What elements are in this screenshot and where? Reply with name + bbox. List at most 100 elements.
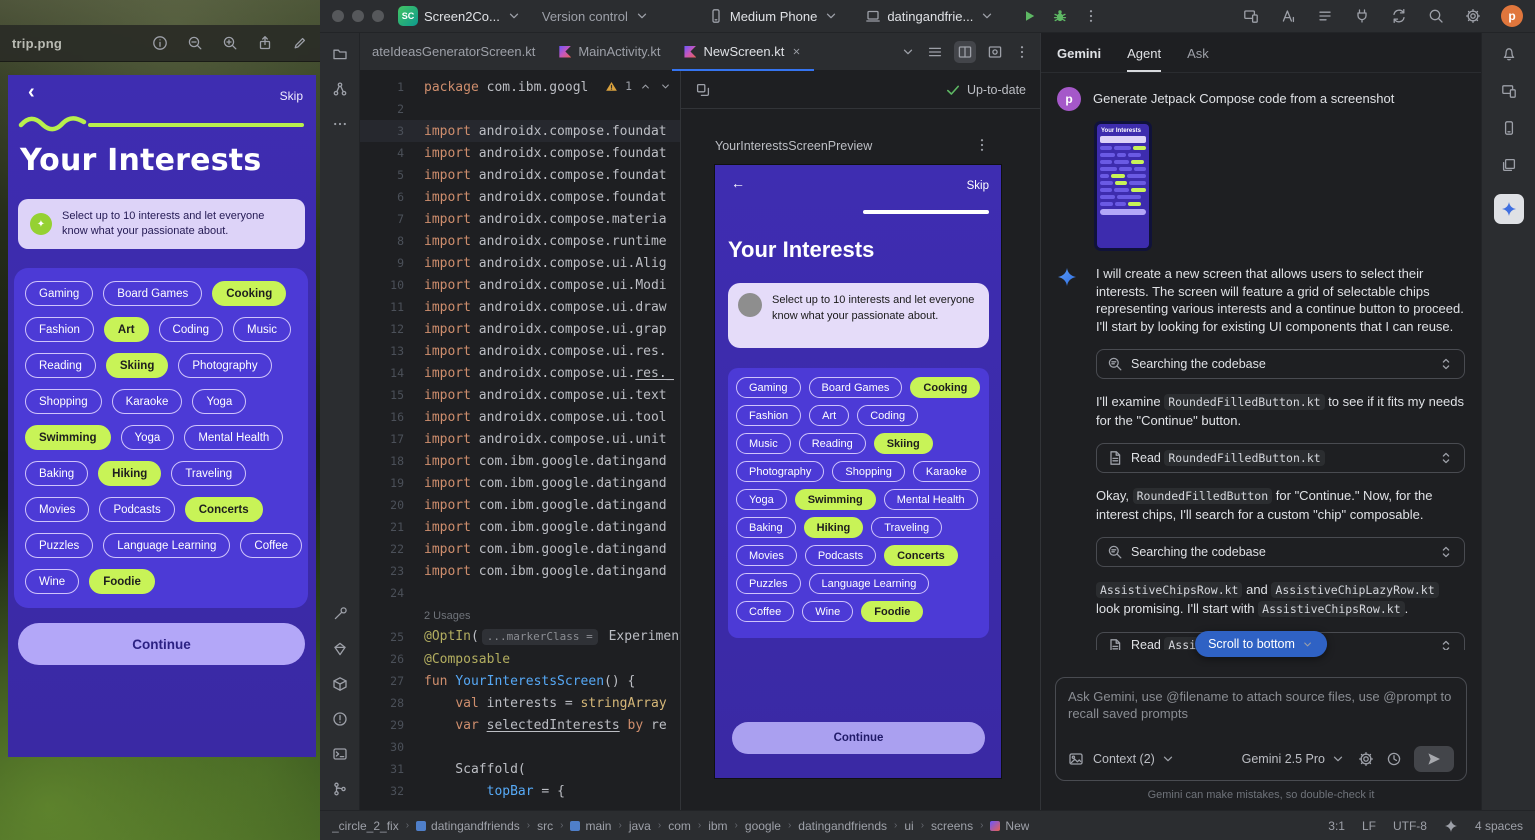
unfold-icon[interactable]: [1438, 544, 1454, 560]
code-line[interactable]: 11import androidx.compose.ui.draw: [360, 296, 680, 318]
agent-step-card[interactable]: Searching the codebase: [1096, 537, 1465, 567]
unfold-icon[interactable]: [1438, 356, 1454, 372]
breadcrumb-item[interactable]: google: [745, 819, 781, 833]
breadcrumb-item[interactable]: ibm: [708, 819, 727, 833]
gemini-tab-agent[interactable]: Agent: [1127, 46, 1161, 72]
code-editor[interactable]: 1 1package com.ibm.googl23import android…: [360, 71, 680, 810]
ai-assist-icon[interactable]: [1280, 8, 1296, 24]
gem-icon[interactable]: [332, 641, 348, 657]
code-view-button[interactable]: [927, 44, 943, 60]
unfold-icon[interactable]: [1438, 450, 1454, 466]
code-line[interactable]: 4import androidx.compose.foundat: [360, 142, 680, 164]
agent-step-card[interactable]: Read RoundedFilledButton.kt: [1096, 443, 1465, 473]
task-list-icon[interactable]: [1317, 8, 1333, 24]
code-line[interactable]: 32 topBar = {: [360, 780, 680, 802]
code-line[interactable]: 2: [360, 98, 680, 120]
sync-icon[interactable]: [1391, 8, 1407, 24]
breadcrumb-item[interactable]: ui: [904, 819, 913, 833]
model-selector[interactable]: Gemini 2.5 Pro: [1242, 751, 1346, 767]
code-line[interactable]: 6import androidx.compose.foundat: [360, 186, 680, 208]
close-window-button[interactable]: [332, 10, 344, 22]
file-encoding[interactable]: UTF-8: [1393, 819, 1427, 833]
terminal-icon[interactable]: [332, 746, 348, 762]
code-line[interactable]: 24: [360, 582, 680, 604]
breadcrumb-item[interactable]: java: [629, 819, 651, 833]
branch-icon[interactable]: [332, 781, 348, 797]
share-icon[interactable]: [257, 35, 273, 51]
close-icon[interactable]: [791, 46, 802, 57]
run-config-selector[interactable]: datingandfrie...: [865, 8, 995, 24]
vcs-widget[interactable]: Version control: [542, 8, 650, 24]
breadcrumb-item[interactable]: _circle_2_fix: [332, 819, 399, 833]
code-line[interactable]: 3import androidx.compose.foundat: [360, 120, 680, 142]
code-line[interactable]: 23import com.ibm.google.datingand: [360, 560, 680, 582]
design-view-button[interactable]: [987, 44, 1003, 60]
code-line[interactable]: 20import com.ibm.google.datingand: [360, 494, 680, 516]
scroll-to-bottom-button[interactable]: Scroll to bottom: [1195, 631, 1327, 657]
plugin-icon[interactable]: [1354, 8, 1370, 24]
hidden-tabs-icon[interactable]: [900, 44, 916, 60]
device-manager-icon[interactable]: [1501, 120, 1517, 136]
code-line[interactable]: 30: [360, 736, 680, 758]
project-widget[interactable]: SC Screen2Co...: [398, 6, 522, 26]
user-avatar[interactable]: p: [1501, 5, 1523, 27]
package-icon[interactable]: [332, 676, 348, 692]
code-line[interactable]: 8import androidx.compose.runtime: [360, 230, 680, 252]
more-actions-icon[interactable]: [1083, 8, 1099, 24]
code-line[interactable]: 22import com.ibm.google.datingand: [360, 538, 680, 560]
search-icon[interactable]: [1428, 8, 1444, 24]
code-line[interactable]: 25@OptIn(...markerClass = Experiment: [360, 626, 680, 648]
debug-button[interactable]: [1052, 8, 1068, 24]
code-line[interactable]: 7import androidx.compose.materia: [360, 208, 680, 230]
structure-icon[interactable]: [332, 81, 348, 97]
zoom-out-icon[interactable]: [187, 35, 203, 51]
line-separator[interactable]: LF: [1362, 819, 1376, 833]
code-line[interactable]: 5import androidx.compose.foundat: [360, 164, 680, 186]
code-line[interactable]: 16import androidx.compose.ui.tool: [360, 406, 680, 428]
run-button[interactable]: [1021, 8, 1037, 24]
code-line[interactable]: 18import com.ibm.google.datingand: [360, 450, 680, 472]
code-line[interactable]: 29 var selectedInterests by re: [360, 714, 680, 736]
gemini-settings-icon[interactable]: [1358, 751, 1374, 767]
code-line[interactable]: 14import androidx.compose.ui.res._: [360, 362, 680, 384]
breadcrumb-item[interactable]: src: [537, 819, 553, 833]
editor-options-icon[interactable]: [1014, 44, 1030, 60]
preview-options-icon[interactable]: [974, 137, 990, 153]
gemini-prompt-input[interactable]: Ask Gemini, use @filename to attach sour…: [1055, 677, 1467, 781]
code-line[interactable]: 9import androidx.compose.ui.Alig: [360, 252, 680, 274]
code-line[interactable]: 13import androidx.compose.ui.res.: [360, 340, 680, 362]
code-line[interactable]: 26@Composable: [360, 648, 680, 670]
split-view-button[interactable]: [954, 41, 976, 63]
unfold-icon[interactable]: [1438, 638, 1454, 650]
build-refresh-icon[interactable]: [695, 82, 711, 98]
context-selector[interactable]: Context (2): [1093, 751, 1176, 767]
attach-image-icon[interactable]: [1068, 751, 1084, 767]
more-icon[interactable]: [332, 116, 348, 132]
breadcrumb-item[interactable]: screens: [931, 819, 973, 833]
project-folder-icon[interactable]: [332, 46, 348, 62]
running-devices-icon[interactable]: [1501, 83, 1517, 99]
problems-icon[interactable]: [332, 711, 348, 727]
layers-icon[interactable]: [1501, 157, 1517, 173]
send-button[interactable]: [1414, 746, 1454, 772]
code-line[interactable]: 28 val interests = stringArray: [360, 692, 680, 714]
editor-tab[interactable]: NewScreen.kt: [672, 33, 814, 70]
notifications-icon[interactable]: [1501, 46, 1517, 62]
editor-tab[interactable]: ateIdeasGeneratorScreen.kt: [360, 33, 547, 70]
editor-tab[interactable]: MainActivity.kt: [547, 33, 672, 70]
history-icon[interactable]: [1386, 751, 1402, 767]
agent-step-card[interactable]: Searching the codebase: [1096, 349, 1465, 379]
code-line[interactable]: 31 Scaffold(: [360, 758, 680, 780]
code-line[interactable]: 19import com.ibm.google.datingand: [360, 472, 680, 494]
zoom-window-button[interactable]: [372, 10, 384, 22]
minimize-window-button[interactable]: [352, 10, 364, 22]
info-icon[interactable]: [152, 35, 168, 51]
breadcrumb-item[interactable]: main: [570, 819, 611, 833]
zoom-in-icon[interactable]: [222, 35, 238, 51]
prev-problem-icon[interactable]: [639, 80, 652, 93]
code-line[interactable]: 21import com.ibm.google.datingand: [360, 516, 680, 538]
breadcrumb-item[interactable]: datingandfriends: [798, 819, 887, 833]
next-problem-icon[interactable]: [659, 80, 672, 93]
code-line[interactable]: 15import androidx.compose.ui.text: [360, 384, 680, 406]
gemini-tab-ask[interactable]: Ask: [1187, 46, 1209, 72]
